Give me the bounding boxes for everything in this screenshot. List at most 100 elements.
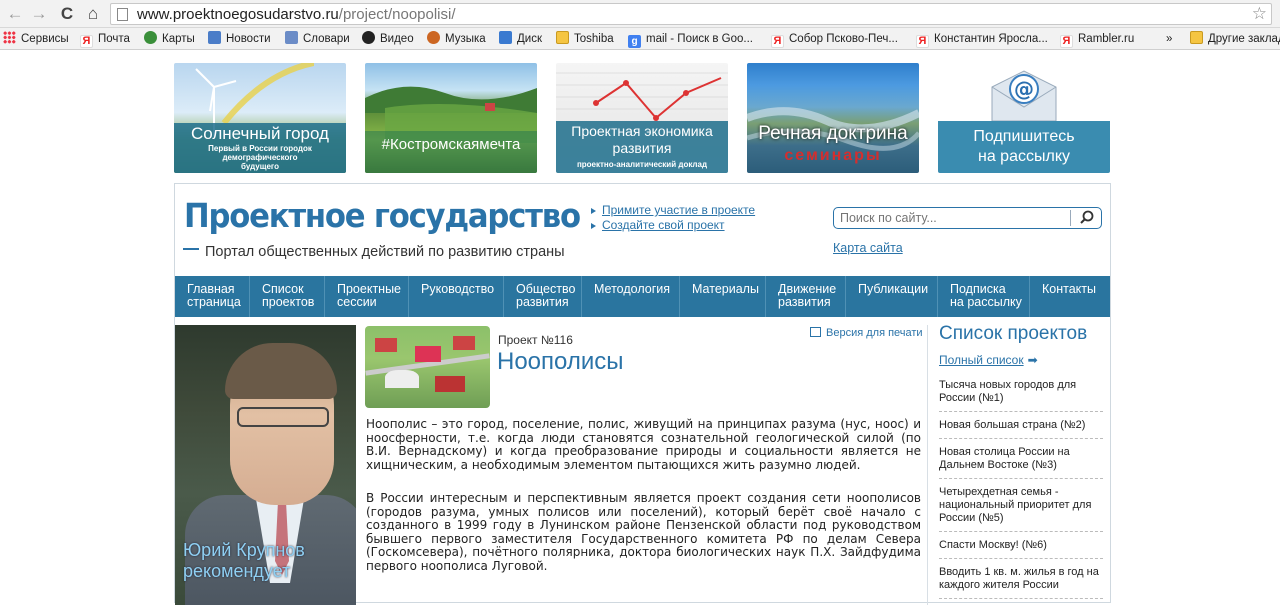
search-box (833, 207, 1102, 229)
banner-subtitle: Первый в России городок демографического… (208, 144, 312, 171)
bookmark-video[interactable]: Видео (362, 31, 414, 47)
browser-toolbar: ← → C ⌂ www.proektnoegosudarstvo.ru/proj… (0, 0, 1280, 28)
banner-sunny-city[interactable]: Солнечный город Первый в России городок … (174, 63, 346, 173)
project-list-item[interactable]: Новая столица России на Дальнем Востоке … (939, 445, 1103, 479)
yandex-icon: Я (916, 35, 929, 48)
project-list-item[interactable]: Вводить 1 кв. м. жилья в год на каждого … (939, 565, 1103, 599)
banner-project-economy[interactable]: Проектная экономика развития проектно-ан… (556, 63, 728, 173)
main-card: Проектное государство Портал общественны… (174, 183, 1111, 605)
sidebar-title: Список проектов (939, 323, 1088, 344)
folder-icon (1190, 31, 1203, 44)
site-logo[interactable]: Проектное государство (184, 196, 581, 235)
project-description: Ноополис – это город, поселение, полис, … (366, 417, 921, 472)
yandex-icon: Я (771, 35, 784, 48)
sitemap-link[interactable]: Карта сайта (833, 241, 903, 255)
bookmark-music[interactable]: Музыка (427, 31, 486, 47)
bookmark-google-search[interactable]: g mail - Поиск в Goo... (628, 31, 753, 48)
bookmark-maps[interactable]: Карты (144, 31, 195, 47)
banner-subscribe[interactable]: @ Подпишитесь на рассылку (938, 63, 1110, 173)
menu-materials[interactable]: Материалы (680, 276, 766, 317)
arrow-right-icon: ➡ (1027, 353, 1038, 367)
print-version-link[interactable]: Версия для печати (810, 327, 923, 339)
banner-title: Проектная экономика развития (571, 123, 713, 156)
recommendation-photo[interactable]: Юрий Крупнов рекомендует (175, 325, 356, 605)
disk-icon (499, 31, 512, 44)
banner-kostroma[interactable]: #Костромскаямечта (365, 63, 537, 173)
photo-hair (225, 343, 337, 399)
printer-icon (810, 327, 821, 337)
bookmark-dictionaries[interactable]: Словари (285, 31, 350, 47)
menu-project-sessions[interactable]: Проектные сессии (325, 276, 409, 317)
menu-society[interactable]: Общество развития (504, 276, 582, 317)
menu-publications[interactable]: Публикации (846, 276, 938, 317)
main-menu: Главная страница Список проектов Проектн… (175, 276, 1110, 317)
logo-underline (183, 248, 199, 250)
project-list-item[interactable]: Новая большая страна (№2) (939, 418, 1103, 439)
bookmark-star-icon[interactable]: ☆ (1252, 4, 1267, 24)
menu-contacts[interactable]: Контакты (1030, 276, 1110, 317)
create-project-link[interactable]: Создайте свой проект (590, 218, 755, 233)
menu-methodology[interactable]: Методология (582, 276, 680, 317)
photo-caption: Юрий Крупнов рекомендует (183, 540, 305, 581)
column-divider (927, 325, 928, 605)
forward-icon[interactable]: → (28, 3, 50, 25)
banner-title: Подпишитесь на рассылку (973, 128, 1075, 165)
banner-title: #Костромскаямечта (381, 136, 521, 153)
site-tagline: Портал общественных действий по развитию… (205, 244, 565, 260)
reload-icon[interactable]: C (56, 3, 78, 25)
maps-icon (144, 31, 157, 44)
project-list-item[interactable]: Спасти Москву! (№6) (939, 538, 1103, 559)
bookmarks-overflow-button[interactable]: » (1166, 31, 1172, 47)
news-icon (208, 31, 221, 44)
photo-glasses (237, 407, 329, 427)
bookmarks-bar: Сервисы Я Почта Карты Новости Словари Вид… (0, 28, 1280, 50)
project-list-item[interactable]: Тысяча новых городов для России (№1) (939, 378, 1103, 412)
project-description-2: В России интересным и перспективным явля… (366, 491, 921, 573)
search-input[interactable] (840, 210, 1068, 226)
apps-grid-icon (3, 31, 16, 44)
yandex-icon: Я (1060, 35, 1073, 48)
bookmark-konstantin[interactable]: Я Константин Яросла... (916, 31, 1048, 48)
video-icon (362, 31, 375, 44)
banner-subtitle: проектно-аналитический доклад (576, 160, 708, 169)
dictionary-icon (285, 31, 298, 44)
bookmark-other[interactable]: Другие закладки (1190, 31, 1280, 47)
bookmark-sobor[interactable]: Я Собор Псково-Печ... (771, 31, 898, 48)
menu-movement[interactable]: Движение развития (766, 276, 846, 317)
bookmark-mail[interactable]: Я Почта (80, 31, 130, 48)
menu-subscription[interactable]: Подписка на рассылку (938, 276, 1030, 317)
project-thumbnail (365, 326, 490, 408)
project-list-item[interactable]: Четырехдетная семья - национальный приор… (939, 485, 1103, 532)
quick-links: Примите участие в проекте Создайте свой … (590, 203, 755, 233)
search-divider (1070, 210, 1071, 226)
bookmark-news[interactable]: Новости (208, 31, 271, 47)
back-icon[interactable]: ← (4, 3, 26, 25)
url-text: www.proektnoegosudarstvo.ru/project/noop… (137, 6, 456, 23)
folder-icon (556, 31, 569, 44)
banner-river-doctrine[interactable]: Речная доктрина семинары (747, 63, 919, 173)
participate-link[interactable]: Примите участие в проекте (590, 203, 755, 218)
menu-leadership[interactable]: Руководство (409, 276, 504, 317)
yandex-icon: Я (80, 35, 93, 48)
bookmark-toshiba[interactable]: Toshiba (556, 31, 614, 47)
email-envelope-icon: @ (991, 70, 1057, 122)
bookmark-services[interactable]: Сервисы (3, 31, 69, 47)
sun-ray-graphic (221, 63, 314, 123)
project-number: Проект №116 (498, 333, 573, 347)
banner-subtitle: семинары (784, 147, 882, 164)
address-bar[interactable]: www.proektnoegosudarstvo.ru/project/noop… (110, 3, 1272, 25)
projects-list: Тысяча новых городов для России (№1) Нов… (939, 378, 1103, 605)
svg-text:@: @ (1014, 77, 1034, 101)
search-icon[interactable] (1077, 208, 1097, 228)
music-icon (427, 31, 440, 44)
full-list-link[interactable]: Полный список ➡ (939, 353, 1038, 367)
google-icon: g (628, 35, 641, 48)
page-icon (117, 8, 128, 21)
bookmark-rambler[interactable]: Я Rambler.ru (1060, 31, 1134, 48)
menu-home[interactable]: Главная страница (175, 276, 250, 317)
banner-title: Речная доктрина (758, 123, 908, 144)
home-icon[interactable]: ⌂ (82, 3, 104, 25)
banner-title: Солнечный город (191, 124, 329, 143)
menu-projects-list[interactable]: Список проектов (250, 276, 325, 317)
bookmark-disk[interactable]: Диск (499, 31, 542, 47)
